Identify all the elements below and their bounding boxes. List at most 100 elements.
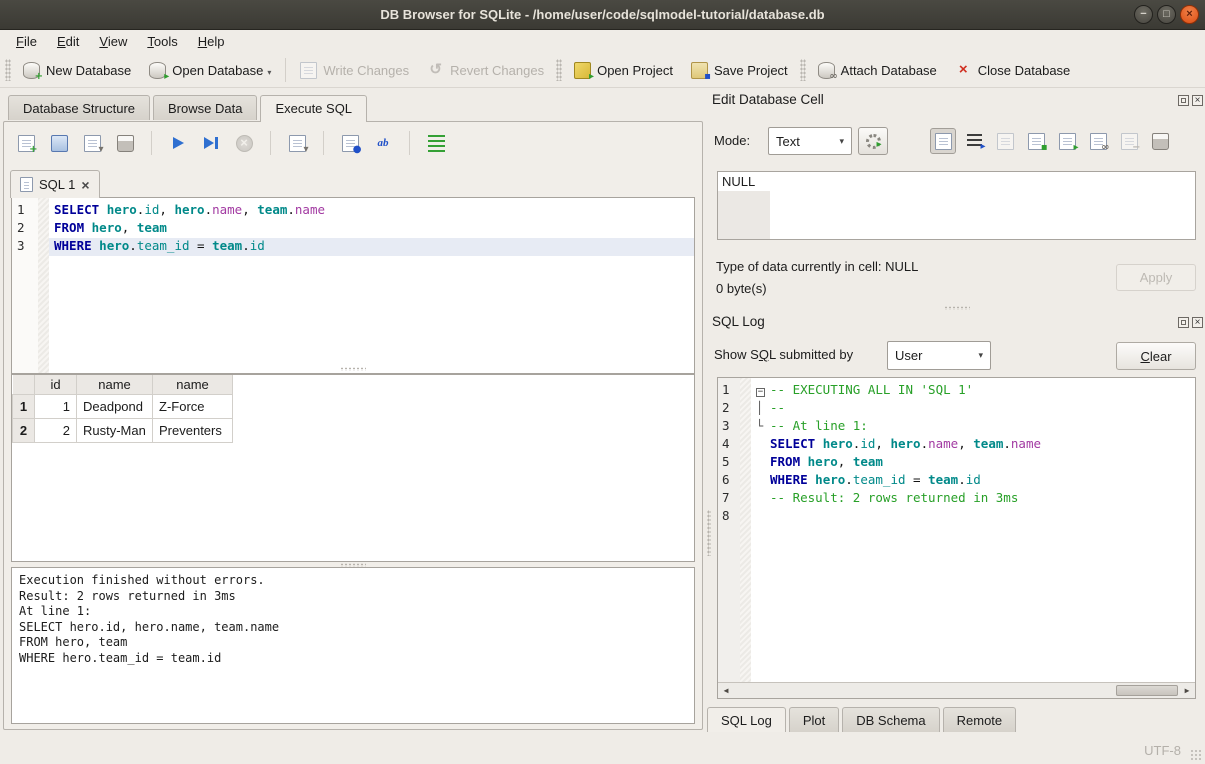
sql-log-line[interactable]: WHERE hero.team_id = team.id xyxy=(751,472,1195,490)
word-wrap-button[interactable]: ▸ xyxy=(961,128,987,154)
tab-remote[interactable]: Remote xyxy=(943,707,1017,732)
splitter-handle[interactable] xyxy=(707,510,711,556)
open-sql-file-button[interactable] xyxy=(47,131,71,155)
scroll-left-icon[interactable]: ◀ xyxy=(718,683,734,699)
cell[interactable]: Deadpond xyxy=(77,395,153,419)
menu-file[interactable]: File xyxy=(6,32,47,51)
set-null-button[interactable]: − xyxy=(1116,128,1142,154)
encoding-indicator[interactable]: UTF-8 xyxy=(1144,743,1181,758)
scroll-right-icon[interactable]: ▶ xyxy=(1179,683,1195,699)
close-sql-tab-icon[interactable]: × xyxy=(81,178,89,192)
splitter-handle[interactable] xyxy=(944,306,970,310)
new-database-button[interactable]: +New Database xyxy=(14,58,140,83)
save-project-label: Save Project xyxy=(714,63,788,78)
column-header-name-2[interactable]: name xyxy=(153,375,233,395)
menu-edit[interactable]: Edit xyxy=(47,32,89,51)
close-icon[interactable]: × xyxy=(1180,5,1199,24)
horizontal-scrollbar[interactable]: ◀ ▶ xyxy=(718,682,1195,698)
stop-execution-button[interactable] xyxy=(232,131,256,155)
find-replace-button[interactable]: ab xyxy=(371,131,395,155)
close-panel-icon[interactable] xyxy=(1192,95,1203,106)
sql-editor[interactable]: 123 SELECT hero.id, hero.name, team.name… xyxy=(11,197,695,374)
print-button[interactable] xyxy=(1147,128,1173,154)
scrollbar-track[interactable] xyxy=(734,683,1179,698)
open-file-button[interactable] xyxy=(992,128,1018,154)
menu-help[interactable]: Help xyxy=(188,32,235,51)
toolbar-drag-handle[interactable] xyxy=(800,59,806,81)
new-sql-tab-button[interactable]: + xyxy=(14,131,38,155)
tab-db-schema[interactable]: DB Schema xyxy=(842,707,939,732)
cell[interactable]: Rusty-Man xyxy=(77,419,153,443)
tab-browse-data[interactable]: Browse Data xyxy=(153,95,257,120)
save-results-button[interactable]: ▾ xyxy=(285,131,309,155)
toolbar-drag-handle[interactable] xyxy=(5,59,11,81)
sql-log-line[interactable]: SELECT hero.id, hero.name, team.name xyxy=(751,436,1195,454)
sql-log-line[interactable]: −-- EXECUTING ALL IN 'SQL 1' xyxy=(751,382,1195,400)
corner-header[interactable] xyxy=(13,375,35,395)
close-panel-icon[interactable] xyxy=(1192,317,1203,328)
cell[interactable]: 2 xyxy=(35,419,77,443)
format-sql-button[interactable] xyxy=(424,131,448,155)
fold-corner-icon[interactable]: └ xyxy=(756,419,770,433)
tab-database-structure[interactable]: Database Structure xyxy=(8,95,150,120)
sql-log-line[interactable]: FROM hero, team xyxy=(751,454,1195,472)
row-header[interactable]: 1 xyxy=(13,395,35,419)
sql-log-filter-select[interactable]: User ▾ xyxy=(887,341,991,370)
open-database-button[interactable]: ▸Open Database▾ xyxy=(140,58,280,83)
attach-database-button[interactable]: ∞Attach Database xyxy=(809,58,946,83)
revert-changes-button[interactable]: ↺Revert Changes xyxy=(418,58,553,83)
sql-editor-line[interactable]: WHERE hero.team_id = team.id xyxy=(49,238,694,256)
menu-tools[interactable]: Tools xyxy=(137,32,187,51)
sql-editor-line[interactable]: FROM hero, team xyxy=(49,220,694,238)
window-titlebar[interactable]: DB Browser for SQLite - /home/user/code/… xyxy=(0,0,1205,30)
close-database-button[interactable]: ×Close Database xyxy=(946,58,1080,83)
chevron-down-icon[interactable]: ▾ xyxy=(267,68,271,79)
sql-log-line[interactable]: └-- At line 1: xyxy=(751,418,1195,436)
execution-message-panel[interactable]: Execution finished without errors.Result… xyxy=(11,567,695,724)
cell[interactable]: Preventers xyxy=(153,419,233,443)
row-header[interactable]: 2 xyxy=(13,419,35,443)
column-header-id-0[interactable]: id xyxy=(35,375,77,395)
save-sql-file-button[interactable]: ▾ xyxy=(80,131,104,155)
print-button[interactable] xyxy=(113,131,137,155)
toolbar-drag-handle[interactable] xyxy=(556,59,562,81)
find-button[interactable]: ● xyxy=(338,131,362,155)
cell[interactable]: 1 xyxy=(35,395,77,419)
sql-document-tab[interactable]: SQL 1 × xyxy=(10,170,100,198)
execute-current-line-button[interactable] xyxy=(199,131,223,155)
fold-pipe-icon[interactable]: │ xyxy=(756,401,770,415)
save-file-button[interactable]: ▪ xyxy=(1023,128,1049,154)
maximize-icon[interactable]: □ xyxy=(1157,5,1176,24)
open-project-button[interactable]: ▸Open Project xyxy=(565,58,682,83)
execute-all-button[interactable] xyxy=(166,131,190,155)
splitter-handle[interactable] xyxy=(340,367,366,371)
sql-log-line[interactable]: -- Result: 2 rows returned in 3ms xyxy=(751,490,1195,508)
write-changes-button[interactable]: Write Changes xyxy=(291,58,418,83)
cell[interactable]: Z-Force xyxy=(153,395,233,419)
resize-grip[interactable] xyxy=(1190,749,1202,761)
auto-switch-mode-button[interactable]: ▸ xyxy=(858,127,888,155)
fold-collapse-icon[interactable]: − xyxy=(756,388,765,397)
tab-execute-sql[interactable]: Execute SQL xyxy=(260,95,367,122)
save-project-button[interactable]: ▪Save Project xyxy=(682,58,797,83)
scrollbar-thumb[interactable] xyxy=(1116,685,1178,696)
tab-plot[interactable]: Plot xyxy=(789,707,839,732)
apply-button[interactable]: Apply xyxy=(1116,264,1196,291)
link-button[interactable]: ∞ xyxy=(1085,128,1111,154)
sql-log-view[interactable]: 12345678 −-- EXECUTING ALL IN 'SQL 1'│--… xyxy=(717,377,1196,699)
sql-log-line[interactable] xyxy=(751,508,1195,526)
text-mode-button[interactable] xyxy=(930,128,956,154)
clear-button[interactable]: Clear xyxy=(1116,342,1196,370)
cell-value-editor[interactable]: NULL xyxy=(717,171,1196,240)
mode-select[interactable]: Text ▾ xyxy=(768,127,852,155)
tab-sql-log[interactable]: SQL Log xyxy=(707,707,786,732)
column-header-name-1[interactable]: name xyxy=(77,375,153,395)
sql-editor-line[interactable]: SELECT hero.id, hero.name, team.name xyxy=(49,202,694,220)
minimize-icon[interactable]: − xyxy=(1134,5,1153,24)
float-panel-icon[interactable] xyxy=(1178,95,1189,106)
sql-log-line[interactable]: │-- xyxy=(751,400,1195,418)
fold-box-icon[interactable]: − xyxy=(756,383,770,397)
export-cell-button[interactable]: ▸ xyxy=(1054,128,1080,154)
menu-view[interactable]: View xyxy=(89,32,137,51)
float-panel-icon[interactable] xyxy=(1178,317,1189,328)
